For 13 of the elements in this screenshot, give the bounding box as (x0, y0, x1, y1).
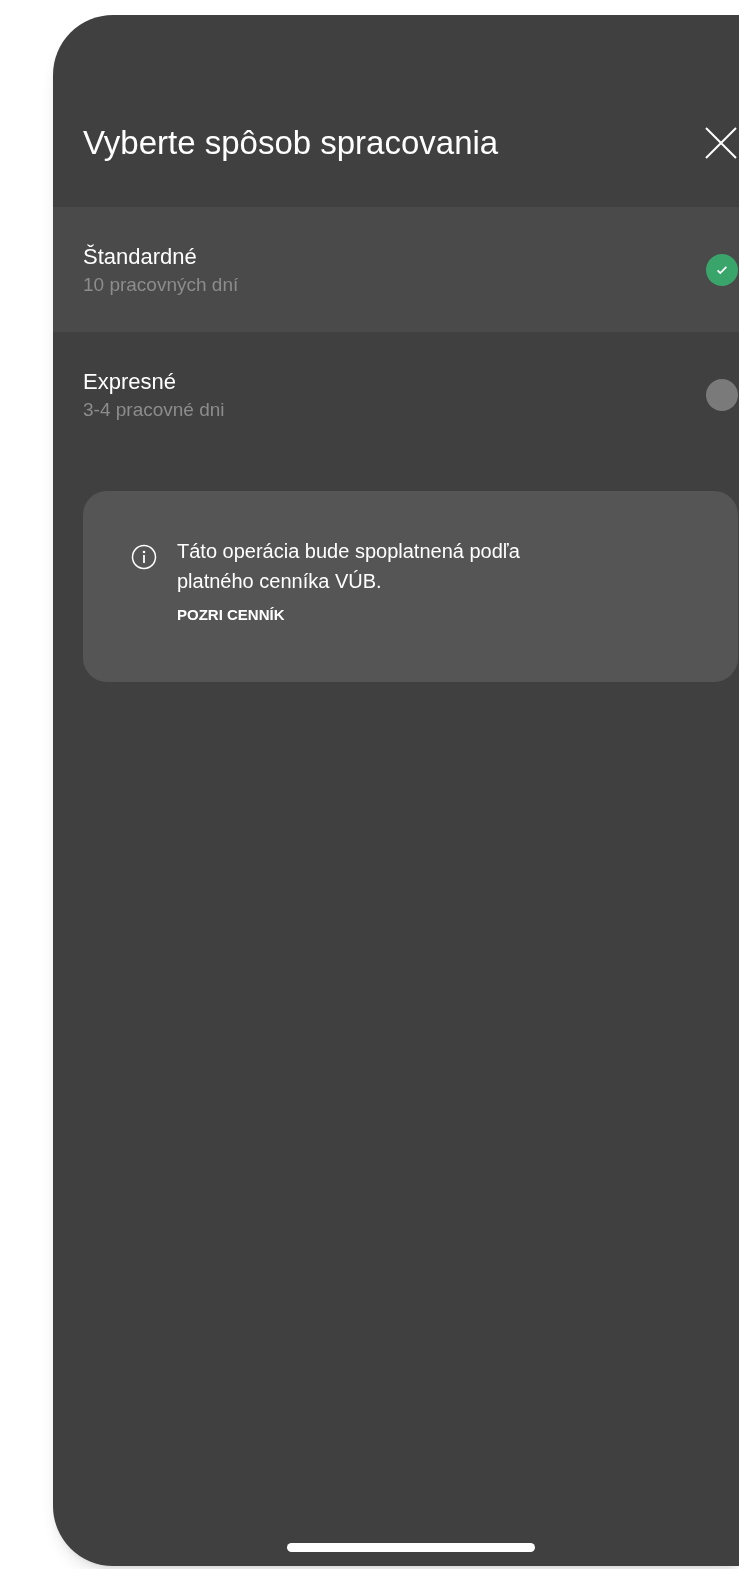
notice-text: Táto operácia bude spoplatnená podľa platného cenníka VÚB. (177, 539, 521, 594)
info-icon (131, 544, 157, 570)
option-label: Expresné (83, 367, 177, 396)
radio-checked[interactable] (706, 253, 738, 286)
option-label: Štandardné (83, 242, 198, 271)
option-detail: 10 pracovných dní (83, 272, 239, 297)
option-detail: 3-4 pracovné dni (83, 397, 225, 422)
sheet-title: Vyberte spôsob spracovania (83, 123, 499, 164)
price-list-link[interactable]: POZRI CENNÍK (177, 604, 537, 627)
option-row[interactable]: Expresné 3-4 pracovné dni (53, 332, 739, 457)
close-icon[interactable] (704, 126, 738, 160)
option-row[interactable]: Štandardné 10 pracovných dní (53, 207, 739, 332)
radio-unchecked[interactable] (706, 378, 738, 411)
